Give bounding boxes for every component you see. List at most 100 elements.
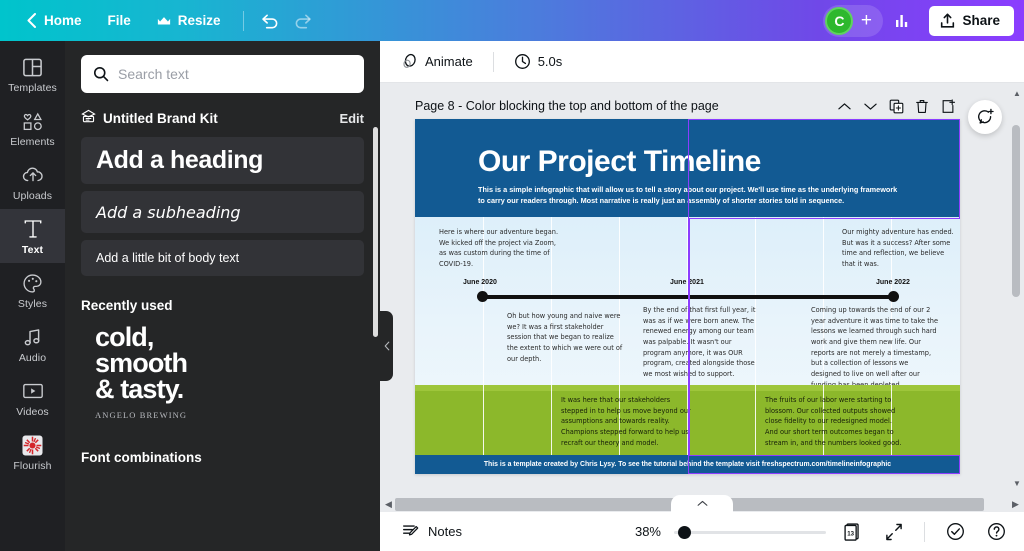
- share-button-label: Share: [962, 13, 1000, 28]
- timeline-dot-end[interactable]: [888, 291, 899, 302]
- scroll-left-arrow[interactable]: ◀: [382, 499, 395, 510]
- infographic-text-mid-2[interactable]: By the end of that first full year, it w…: [643, 305, 761, 380]
- search-bar[interactable]: [81, 55, 364, 93]
- timeline-date-start[interactable]: June 2020: [463, 279, 497, 286]
- infographic-text-mid-1[interactable]: Oh but how young and naive were we? It w…: [507, 311, 625, 364]
- infographic-header-band[interactable]: Our Project Timeline This is a simple in…: [415, 119, 960, 217]
- brand-kit-title: Untitled Brand Kit: [103, 111, 218, 126]
- scroll-down-arrow[interactable]: ▼: [1012, 479, 1022, 488]
- chevron-left-icon: [27, 13, 36, 28]
- scroll-up-arrow[interactable]: ▲: [1012, 89, 1022, 98]
- sidebar-item-elements[interactable]: Elements: [0, 101, 65, 155]
- share-upload-icon: [941, 13, 955, 28]
- duration-label: 5.0s: [537, 54, 563, 69]
- zoom-slider[interactable]: [674, 525, 826, 539]
- checkmark-button[interactable]: [941, 518, 969, 546]
- duration-button[interactable]: 5.0s: [505, 47, 572, 76]
- timeline-date-end[interactable]: June 2022: [876, 279, 910, 286]
- panel-scrollbar[interactable]: [373, 127, 378, 337]
- add-body-text-card[interactable]: Add a little bit of body text: [81, 240, 364, 276]
- infographic-text-mid-3[interactable]: Coming up towards the end of our 2 year …: [811, 305, 939, 390]
- add-page-button[interactable]: [936, 94, 960, 118]
- bottom-toolbar: Notes 38% 13: [380, 512, 1024, 551]
- page-manager-button[interactable]: 13: [839, 518, 867, 546]
- canva-editor: Home File Resize C + Share Templates Ele…: [0, 0, 1024, 551]
- timeline-dot-start[interactable]: [477, 291, 488, 302]
- insights-button[interactable]: [887, 5, 919, 37]
- sidebar-item-styles[interactable]: Styles: [0, 263, 65, 317]
- add-heading-card[interactable]: Add a heading: [81, 137, 364, 184]
- column-divider: [483, 385, 484, 455]
- audio-icon: [22, 326, 43, 348]
- infographic-text-bottom-2[interactable]: The fruits of our labor were starting to…: [765, 395, 903, 448]
- sidebar-item-audio[interactable]: Audio: [0, 317, 65, 371]
- help-button[interactable]: [982, 518, 1010, 546]
- uploads-icon: [22, 164, 44, 186]
- avatar[interactable]: C: [825, 6, 854, 35]
- editor-body: Templates Elements Uploads Text Styles A…: [0, 41, 1024, 551]
- scroll-right-arrow[interactable]: ▶: [1009, 499, 1022, 510]
- add-subheading-card[interactable]: Add a subheading: [81, 191, 364, 233]
- home-button[interactable]: Home: [14, 7, 94, 34]
- add-comment-button[interactable]: [968, 100, 1002, 134]
- sidebar-item-videos[interactable]: Videos: [0, 371, 65, 425]
- brand-kit-edit-button[interactable]: Edit: [339, 111, 364, 126]
- delete-page-button[interactable]: [910, 94, 934, 118]
- animation-toolbar: Animate 5.0s: [380, 41, 1024, 83]
- sidebar-item-text-label: Text: [21, 244, 44, 256]
- editor-canvas-region: Animate 5.0s Page 8 - Color blocking the…: [380, 41, 1024, 551]
- top-toolbar-right: C + Share: [823, 4, 1014, 37]
- share-button[interactable]: Share: [929, 5, 1014, 36]
- move-page-up-button[interactable]: [832, 94, 856, 118]
- sidebar-item-templates[interactable]: Templates: [0, 47, 65, 101]
- infographic-title[interactable]: Our Project Timeline: [478, 145, 761, 179]
- redo-button[interactable]: [288, 5, 320, 37]
- infographic-text-top-left[interactable]: Here is where our adventure began. We ki…: [439, 227, 563, 270]
- infographic-text-top-right[interactable]: Our mighty adventure has ended. But was …: [842, 227, 954, 270]
- notes-button-label: Notes: [428, 524, 462, 539]
- top-toolbar: Home File Resize C + Share: [0, 0, 1024, 41]
- expand-arrows-icon: [886, 523, 902, 540]
- resize-button[interactable]: Resize: [145, 7, 233, 34]
- recent-font-line-2: smooth: [95, 347, 188, 378]
- timeline-date-mid[interactable]: June 2021: [670, 279, 704, 286]
- sidebar-item-uploads[interactable]: Uploads: [0, 155, 65, 209]
- pages-icon: 13: [844, 522, 859, 541]
- sidebar-item-flourish-label: Flourish: [13, 460, 52, 472]
- sidebar-item-text[interactable]: Text: [0, 209, 65, 263]
- duplicate-page-button[interactable]: [884, 94, 908, 118]
- vertical-scroll-thumb[interactable]: [1012, 125, 1020, 297]
- left-rail: Templates Elements Uploads Text Styles A…: [0, 41, 65, 551]
- next-page-header[interactable]: [415, 460, 960, 482]
- move-page-down-button[interactable]: [858, 94, 882, 118]
- sidebar-item-audio-label: Audio: [18, 352, 47, 364]
- zoom-slider-knob[interactable]: [678, 525, 691, 539]
- infographic-text-bottom-1[interactable]: It was here that our stakeholders steppe…: [561, 395, 691, 448]
- recently-used-font-card[interactable]: cold, smooth & tasty. ANGELO BREWING: [81, 319, 364, 420]
- sidebar-item-styles-label: Styles: [17, 298, 48, 310]
- design-page[interactable]: Our Project Timeline This is a simple in…: [415, 119, 960, 474]
- canvas-vertical-scrollbar[interactable]: ▲ ▼: [1012, 89, 1022, 488]
- text-icon: [23, 218, 43, 240]
- resize-button-label: Resize: [177, 13, 221, 28]
- top-toolbar-left: Home File Resize: [14, 5, 320, 37]
- notes-icon: [403, 525, 419, 536]
- recently-used-title: Recently used: [81, 298, 173, 313]
- animate-button[interactable]: Animate: [392, 47, 482, 76]
- file-menu-button[interactable]: File: [96, 7, 143, 34]
- styles-icon: [22, 272, 43, 294]
- search-input[interactable]: [118, 66, 352, 82]
- brand-kit-row: Untitled Brand Kit Edit: [81, 109, 364, 128]
- canvas-area: Page 8 - Color blocking the top and bott…: [380, 83, 1024, 512]
- notes-button[interactable]: Notes: [394, 518, 470, 545]
- undo-button[interactable]: [254, 5, 286, 37]
- fullscreen-button[interactable]: [880, 518, 908, 546]
- redo-icon: [295, 13, 311, 28]
- sidebar-item-flourish[interactable]: Flourish: [0, 425, 65, 479]
- add-page-icon: [942, 98, 955, 113]
- help-circle-icon: [987, 523, 1005, 540]
- infographic-subtitle[interactable]: This is a simple infographic that will a…: [478, 184, 903, 207]
- add-collaborator-button[interactable]: +: [853, 8, 879, 34]
- collapse-panel-button[interactable]: [380, 311, 393, 381]
- expand-panel-button[interactable]: [671, 495, 733, 512]
